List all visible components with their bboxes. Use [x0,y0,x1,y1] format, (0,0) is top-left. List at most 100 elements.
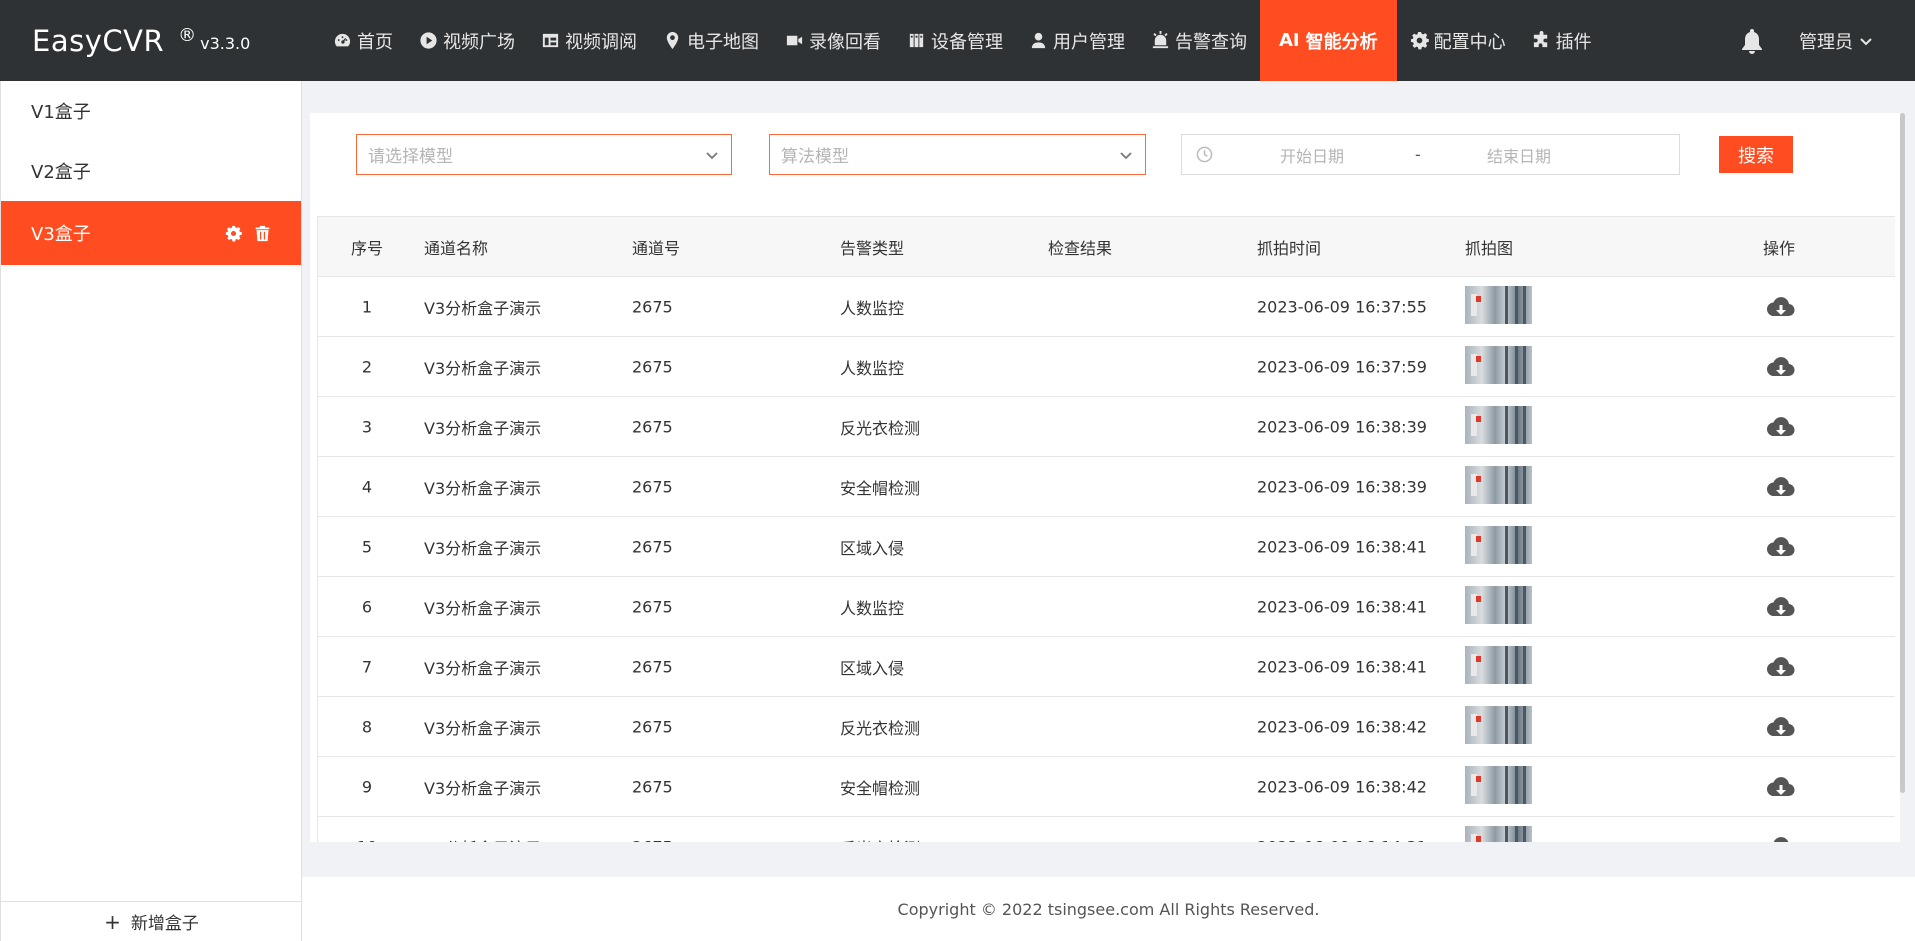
snapshot-thumbnail[interactable] [1465,526,1532,564]
top-navbar: EasyCVR ® v3.3.0 首页 视频广场 视频调阅 电子地图 录像回看 … [0,0,1915,81]
snapshot-thumbnail[interactable] [1465,586,1532,624]
table-row: 3 V3分析盒子演示 2675 反光衣检测 2023-06-09 16:38:3… [318,397,1895,457]
box-sidebar: V1盒子 V2盒子 V3盒子 + 新增盒子 [0,81,302,941]
search-button[interactable]: 搜索 [1719,136,1793,173]
nav-item-video-review[interactable]: 视频调阅 [528,0,650,81]
layout-icon [542,33,559,48]
chevron-down-icon [706,152,718,160]
add-box-button[interactable]: + 新增盒子 [1,901,302,941]
scrollbar-thumb[interactable] [1900,113,1905,793]
vertical-scrollbar[interactable] [1900,113,1905,842]
nav-item-ai-analysis[interactable]: AI 智能分析 [1260,0,1397,81]
trash-icon[interactable] [254,225,271,242]
row-channel-name: V3分析盒子演示 [424,658,542,678]
date-range-picker[interactable]: 开始日期 - 结束日期 [1181,134,1680,175]
gear-icon[interactable] [225,225,242,242]
row-index: 10 [318,837,416,842]
download-button[interactable] [1766,476,1795,498]
sidebar-item-v3[interactable]: V3盒子 [1,201,301,265]
row-alarm-type: 人数监控 [840,598,905,618]
row-channel-name: V3分析盒子演示 [424,358,542,378]
row-capture-time: 2023-06-09 16:38:41 [1257,537,1427,556]
table-row: 7 V3分析盒子演示 2675 区域入侵 2023-06-09 16:38:41 [318,637,1895,697]
cloud-download-icon [1766,716,1795,736]
start-date-input[interactable]: 开始日期 [1280,143,1344,167]
brand-version: v3.3.0 [200,34,251,53]
row-channel-name: V3分析盒子演示 [424,598,542,618]
row-channel-no: 2675 [632,297,673,316]
download-button[interactable] [1766,296,1795,318]
snapshot-thumbnail[interactable] [1465,286,1532,324]
row-alarm-type: 反光衣检测 [840,835,920,843]
header-snapshot: 抓拍图 [1465,238,1514,258]
footer: Copyright © 2022 tsingsee.com All Rights… [302,877,1915,941]
nav-ai-prefix: AI [1279,30,1300,51]
download-button[interactable] [1766,416,1795,438]
download-button[interactable] [1766,596,1795,618]
nav-item-users[interactable]: 用户管理 [1016,0,1138,81]
nav-label: 用户管理 [1053,31,1125,53]
row-channel-no: 2675 [632,777,673,796]
download-button[interactable] [1766,776,1795,798]
map-pin-icon [666,31,679,50]
row-channel-name: V3分析盒子演示 [424,478,542,498]
row-alarm-type: 安全帽检测 [840,478,921,498]
nav-item-map[interactable]: 电子地图 [650,0,772,81]
nav-label: 电子地图 [687,31,759,53]
download-button[interactable] [1766,716,1795,738]
plus-icon: + [104,909,121,934]
snapshot-thumbnail[interactable] [1465,346,1532,384]
nav-item-config[interactable]: 配置中心 [1397,0,1519,81]
nav-item-home[interactable]: 首页 [320,0,406,81]
nav-label: 录像回看 [809,31,881,53]
header-index: 序号 [350,238,383,258]
row-capture-time: 2023-06-09 16:38:39 [1257,417,1427,436]
model-select-placeholder: 请选择模型 [368,147,453,167]
row-index: 4 [361,477,373,496]
end-date-input[interactable]: 结束日期 [1487,143,1551,167]
notification-bell[interactable] [1739,27,1765,55]
user-name: 管理员 [1799,31,1853,53]
download-button[interactable] [1766,656,1795,678]
algorithm-select[interactable]: 算法模型 [769,134,1146,175]
snapshot-thumbnail[interactable] [1465,766,1532,804]
nav-item-devices[interactable]: 设备管理 [894,0,1016,81]
cloud-download-icon [1766,596,1795,616]
cloud-download-icon [1766,536,1795,556]
nav-label: 视频广场 [443,31,515,53]
snapshot-thumbnail[interactable] [1465,466,1532,504]
table-row: 4 V3分析盒子演示 2675 安全帽检测 2023-06-09 16:38:3… [318,457,1895,517]
model-select[interactable]: 请选择模型 [356,134,732,175]
row-index: 1 [361,297,373,316]
row-index: 7 [361,657,373,676]
nav-item-video-square[interactable]: 视频广场 [406,0,528,81]
main-panel: 请选择模型 算法模型 开始日期 - 结束日期 搜索 序号 通道名称 通道号 告警… [310,113,1905,842]
download-button[interactable] [1766,356,1795,378]
row-channel-no: 2675 [632,477,673,496]
user-menu[interactable]: 管理员 [1799,0,1873,81]
nav-item-plugins[interactable]: 插件 [1519,0,1605,81]
nav-label: 配置中心 [1433,31,1506,53]
nav-item-alarms[interactable]: 告警查询 [1138,0,1260,81]
download-button[interactable] [1767,836,1795,842]
download-button[interactable] [1766,536,1795,558]
row-channel-no: 2675 [632,717,673,736]
sidebar-item-label: V2盒子 [31,162,91,183]
snapshot-thumbnail[interactable] [1465,706,1532,744]
brand-logo[interactable]: EasyCVR ® v3.3.0 [32,0,250,81]
sidebar-item-v2[interactable]: V2盒子 [1,141,301,201]
main-nav: 首页 视频广场 视频调阅 电子地图 录像回看 设备管理 用户管理 告警查询 AI… [320,0,1605,81]
row-alarm-type: 反光衣检测 [840,418,921,438]
snapshot-thumbnail[interactable] [1465,406,1532,444]
snapshot-thumbnail[interactable] [1465,646,1532,684]
snapshot-thumbnail[interactable] [1465,826,1532,842]
row-channel-name: V3分析盒子演示 [424,418,542,438]
nav-label: 智能分析 [1305,31,1378,53]
sidebar-item-v1[interactable]: V1盒子 [1,81,301,141]
row-alarm-type: 区域入侵 [840,538,905,558]
dashboard-icon [334,33,351,47]
row-alarm-type: 反光衣检测 [840,718,921,738]
row-capture-time: 2023-06-09 16:37:55 [1257,297,1427,316]
nav-item-recording[interactable]: 录像回看 [772,0,894,81]
table-row: 1 V3分析盒子演示 2675 人数监控 2023-06-09 16:37:55 [318,277,1895,337]
